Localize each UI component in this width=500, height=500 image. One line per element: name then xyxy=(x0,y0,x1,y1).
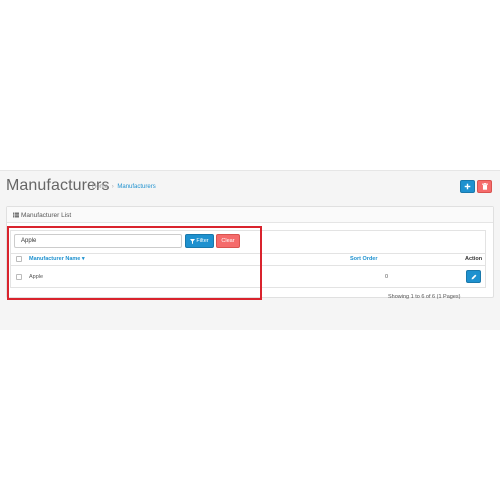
admin-page: Manufacturers Home › Manufacturers Manuf… xyxy=(0,0,500,500)
add-manufacturer-button[interactable] xyxy=(460,180,475,193)
pagination-info: Showing 1 to 6 of 6 (1 Pages) xyxy=(388,294,461,300)
pencil-icon xyxy=(471,274,476,279)
list-icon xyxy=(13,212,19,218)
sort-order-cell: 0 xyxy=(385,274,389,280)
column-header-action: Action xyxy=(465,256,483,262)
plus-icon xyxy=(464,183,471,190)
trash-icon xyxy=(481,183,488,190)
column-header-sort-order[interactable]: Sort Order xyxy=(350,256,378,262)
panel-heading: Manufacturer List xyxy=(7,207,493,223)
breadcrumb-home[interactable]: Home xyxy=(92,184,108,190)
breadcrumb: Home › Manufacturers xyxy=(92,184,156,190)
panel-title: Manufacturer List xyxy=(21,212,72,219)
breadcrumb-separator: › xyxy=(111,184,114,190)
highlight-annotation-box xyxy=(7,226,262,300)
delete-button[interactable] xyxy=(477,180,492,193)
edit-button[interactable] xyxy=(466,270,481,283)
breadcrumb-manufacturers[interactable]: Manufacturers xyxy=(117,184,155,190)
